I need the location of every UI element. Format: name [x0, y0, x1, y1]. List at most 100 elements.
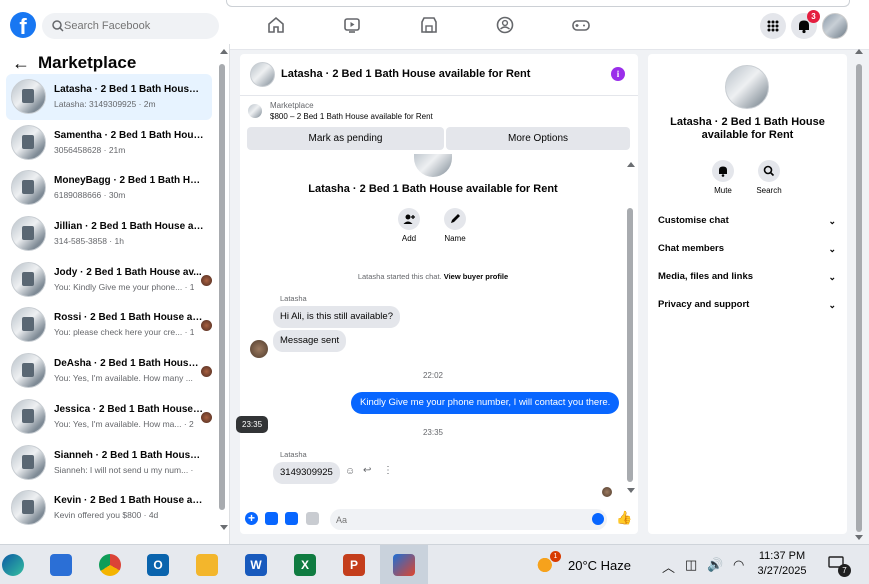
- volume-icon[interactable]: 🔊: [707, 557, 723, 573]
- conversation-item[interactable]: Kevin · 2 Bed 1 Bath House avail... Kevin…: [6, 485, 212, 531]
- chat-scroll-thumb[interactable]: [627, 208, 633, 482]
- notification-center-button[interactable]: 7: [828, 556, 851, 577]
- search-input[interactable]: [64, 17, 214, 35]
- conversation-item[interactable]: MoneyBagg · 2 Bed 1 Bath Hou... 618908866…: [6, 165, 212, 211]
- conversation-preview: You: please check here your cre... · 1d: [54, 327, 194, 338]
- more-icon[interactable]: ⋮: [383, 465, 393, 476]
- chat-title[interactable]: Latasha · 2 Bed 1 Bath House available f…: [281, 68, 530, 80]
- home-icon[interactable]: [266, 15, 286, 35]
- plus-icon[interactable]: +: [245, 512, 258, 525]
- sidebar-title: Marketplace: [38, 53, 137, 72]
- conversation-item[interactable]: Samentha · 2 Bed 1 Bath House ... 3056458…: [6, 120, 212, 166]
- conversation-item[interactable]: Jessica · 2 Bed 1 Bath House ... You: Yes…: [6, 394, 212, 440]
- conversation-preview: 314-585-3858 · 1h: [54, 236, 124, 247]
- marketplace-icon[interactable]: [419, 15, 439, 35]
- scroll-up-arrow-icon[interactable]: [855, 49, 863, 54]
- scroll-down-arrow-icon[interactable]: [627, 488, 635, 493]
- message-input[interactable]: [336, 512, 576, 527]
- page-scrollbar[interactable]: [850, 44, 869, 544]
- powerpoint-icon[interactable]: P: [343, 554, 365, 576]
- conversation-item[interactable]: Sianneh · 2 Bed 1 Bath House a... Sianneh…: [6, 440, 212, 486]
- account-avatar[interactable]: [822, 13, 848, 39]
- weather-text: 20°C Haze: [568, 558, 632, 573]
- wifi-icon[interactable]: ◠: [733, 557, 744, 573]
- customise-chat-row[interactable]: Customise chat ⌄: [658, 211, 838, 231]
- privacy-support-row[interactable]: Privacy and support ⌄: [658, 295, 838, 315]
- mark-as-pending-button[interactable]: Mark as pending: [247, 127, 444, 150]
- conversation-item[interactable]: Jillian · 2 Bed 1 Bath House avai... 314-…: [6, 211, 212, 257]
- search-box[interactable]: [42, 13, 219, 39]
- incoming-message[interactable]: 3149309925: [273, 462, 340, 484]
- react-icon[interactable]: ☺: [345, 466, 355, 477]
- back-arrow-icon[interactable]: ←: [12, 53, 30, 74]
- pinned-app-icon[interactable]: [393, 554, 415, 576]
- chat-started-text: Latasha started this chat.: [357, 272, 442, 281]
- conversation-name: Rossi · 2 Bed 1 Bath House av...: [54, 312, 204, 324]
- view-buyer-profile-link[interactable]: View buyer profile: [444, 272, 508, 281]
- menu-grid-button[interactable]: [760, 13, 786, 39]
- thumbs-up-icon[interactable]: 👍: [616, 511, 632, 525]
- pencil-icon: [451, 214, 460, 223]
- groups-icon[interactable]: [495, 15, 515, 35]
- conversation-item[interactable]: Latasha · 2 Bed 1 Bath House av... Latash…: [6, 74, 212, 120]
- emoji-icon[interactable]: [592, 513, 604, 525]
- mute-button[interactable]: [712, 160, 734, 182]
- page-scroll-thumb[interactable]: [856, 64, 862, 532]
- info-avatar[interactable]: [725, 65, 769, 109]
- chevron-up-icon[interactable]: ︿: [662, 557, 675, 576]
- name-button[interactable]: [444, 208, 466, 230]
- scroll-down-arrow-icon[interactable]: [220, 525, 228, 530]
- marketplace-label: Marketplace: [270, 101, 314, 110]
- camera-icon[interactable]: ◫: [685, 557, 697, 573]
- media-files-links-row[interactable]: Media, files and links ⌄: [658, 267, 838, 287]
- listing-profile-image: [414, 154, 452, 177]
- file-explorer-icon[interactable]: [196, 554, 218, 576]
- word-icon[interactable]: W: [245, 554, 267, 576]
- conversation-item[interactable]: Rossi · 2 Bed 1 Bath House av... You: ple…: [6, 302, 212, 348]
- thread-profile-title: Latasha · 2 Bed 1 Bath House available f…: [308, 183, 558, 195]
- chat-members-row[interactable]: Chat members ⌄: [658, 239, 838, 259]
- weather-widget[interactable]: 1 20°C Haze: [536, 551, 636, 576]
- clock-time: 11:37 PM: [758, 550, 806, 562]
- sidebar-scrollbar[interactable]: [218, 44, 228, 530]
- sticker-icon[interactable]: [285, 512, 298, 525]
- conversation-thumbnail: [11, 170, 46, 206]
- sidebar-scroll-thumb[interactable]: [219, 64, 225, 510]
- chat-scrollbar[interactable]: [625, 160, 635, 500]
- outlook-icon[interactable]: O: [147, 554, 169, 576]
- system-clock[interactable]: 11:37 PM 3/27/2025: [752, 549, 812, 579]
- store-icon[interactable]: [50, 554, 72, 576]
- incoming-message[interactable]: Message sent: [273, 330, 347, 352]
- gif-icon[interactable]: [306, 512, 319, 525]
- incoming-message[interactable]: Hi Ali, is this still available?: [273, 306, 400, 328]
- excel-icon[interactable]: X: [294, 554, 316, 576]
- search-icon: [52, 20, 64, 32]
- scroll-up-arrow-icon[interactable]: [220, 49, 228, 54]
- facebook-logo-icon[interactable]: f: [10, 12, 36, 38]
- more-options-button[interactable]: More Options: [446, 127, 630, 150]
- info-icon[interactable]: i: [611, 67, 625, 81]
- message-input-box[interactable]: [330, 509, 607, 530]
- sidebar-header: ← Marketplace: [12, 52, 136, 74]
- reply-icon[interactable]: ↩: [363, 465, 371, 476]
- image-icon[interactable]: [265, 512, 278, 525]
- seen-avatar: [201, 320, 212, 332]
- gaming-icon[interactable]: [571, 15, 591, 35]
- sender-avatar[interactable]: [250, 340, 268, 358]
- chat-started-line: Latasha started this chat. View buyer pr…: [240, 272, 626, 281]
- search-conversation-button[interactable]: [758, 160, 780, 182]
- scroll-up-arrow-icon[interactable]: [627, 162, 635, 167]
- edge-icon[interactable]: [2, 554, 24, 576]
- chat-avatar[interactable]: [250, 62, 275, 87]
- add-button[interactable]: [398, 208, 420, 230]
- scroll-down-arrow-icon[interactable]: [855, 535, 863, 540]
- conversation-item[interactable]: DeAsha · 2 Bed 1 Bath House av... You: Ye…: [6, 348, 212, 394]
- outgoing-message[interactable]: Kindly Give me your phone number, I will…: [351, 392, 620, 414]
- search-icon: [763, 165, 775, 177]
- conversation-item[interactable]: Jody · 2 Bed 1 Bath House av... You: Kind…: [6, 257, 212, 303]
- search-label: Search: [756, 186, 782, 195]
- chrome-icon[interactable]: [99, 554, 121, 576]
- listing-card[interactable]: Marketplace $800 – 2 Bed 1 Bath House av…: [246, 100, 632, 124]
- seen-avatar: [201, 366, 212, 378]
- video-icon[interactable]: [342, 15, 362, 35]
